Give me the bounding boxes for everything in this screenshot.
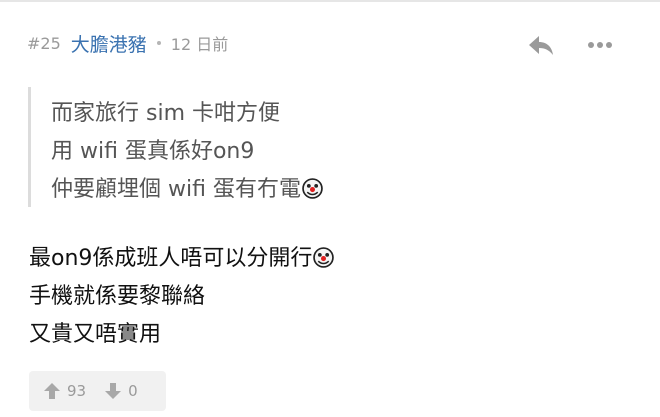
reply-button[interactable] <box>526 30 556 60</box>
post-number: #25 <box>27 33 61 53</box>
quote-line: 用 wifi 蛋真係好on9 <box>51 139 255 164</box>
quote-line: 而家旅行 sim 卡咁方便 <box>51 101 280 126</box>
quote-line-text: 仲要顧埋個 wifi 蛋有冇電 <box>51 177 301 202</box>
more-dots-icon <box>588 42 612 48</box>
clown-face-icon <box>313 247 335 268</box>
quote-line-with-emoji: 仲要顧埋個 wifi 蛋有冇電 <box>51 171 323 203</box>
reply-arrow-icon <box>529 36 553 55</box>
downvote-count: 0 <box>128 382 138 400</box>
upvote-button[interactable]: 93 <box>29 371 86 411</box>
content-line: 又貴又唔實用 <box>29 322 162 347</box>
separator-dot <box>156 41 161 45</box>
content-line-with-emoji: 最on9係成班人唔可以分開行 <box>29 240 335 272</box>
top-divider <box>0 0 660 2</box>
post-header: #25 大膽港豬 12 日前 <box>27 26 228 60</box>
upvote-count: 93 <box>67 382 87 400</box>
downvote-button[interactable]: 0 <box>86 371 138 411</box>
post-time: 12 日前 <box>170 35 229 54</box>
arrow-down-icon <box>105 383 122 399</box>
arrow-up-icon <box>44 383 60 399</box>
vote-bar: 93 0 <box>29 371 166 411</box>
quote-block: 而家旅行 sim 卡咁方便 用 wifi 蛋真係好on9 仲要顧埋個 wifi … <box>28 87 431 207</box>
clown-face-icon <box>302 178 323 199</box>
author-name[interactable]: 大膽港豬 <box>71 30 147 57</box>
more-options-button[interactable] <box>585 32 615 58</box>
content-line: 手機就係要黎聯絡 <box>29 284 206 309</box>
content-line-text: 最on9係成班人唔可以分開行 <box>29 246 313 271</box>
